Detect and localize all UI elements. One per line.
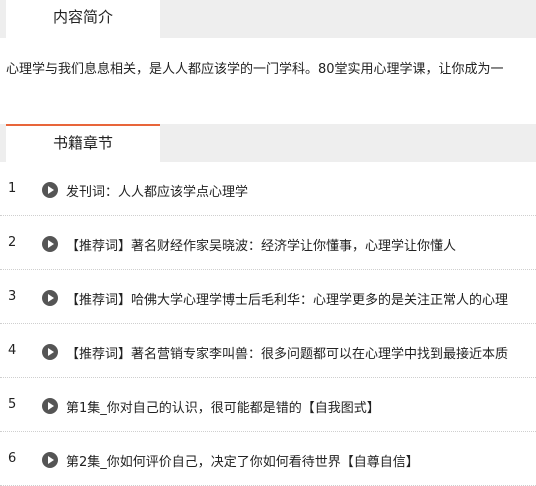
play-icon[interactable]	[42, 236, 58, 252]
chapter-title[interactable]: 第1集_你对自己的认识，很可能都是错的【自我图式】	[66, 397, 380, 416]
chapter-row[interactable]: 1 发刊词：人人都应该学点心理学	[0, 162, 536, 216]
chapter-title[interactable]: 第2集_你如何评价自己，决定了你如何看待世界【自尊自信】	[66, 451, 419, 470]
intro-tab-bar: 内容简介	[0, 0, 536, 38]
chapter-number: 1	[8, 181, 17, 196]
tab-intro[interactable]: 内容简介	[6, 0, 160, 38]
play-icon[interactable]	[42, 344, 58, 360]
play-icon[interactable]	[42, 398, 58, 414]
chapter-row[interactable]: 3 【推荐词】哈佛大学心理学博士后毛利华：心理学更多的是关注正常人的心理	[0, 270, 536, 324]
chapter-number: 4	[8, 343, 17, 358]
chapter-row[interactable]: 5 第1集_你对自己的认识，很可能都是错的【自我图式】	[0, 378, 536, 432]
chapter-number: 6	[8, 451, 17, 466]
chapter-row[interactable]: 6 第2集_你如何评价自己，决定了你如何看待世界【自尊自信】	[0, 432, 536, 486]
play-icon[interactable]	[42, 182, 58, 198]
chapter-number: 5	[8, 397, 17, 412]
play-icon[interactable]	[42, 452, 58, 468]
play-icon[interactable]	[42, 290, 58, 306]
chapter-title[interactable]: 【推荐词】哈佛大学心理学博士后毛利华：心理学更多的是关注正常人的心理	[66, 289, 508, 308]
chapter-row[interactable]: 2 【推荐词】著名财经作家吴晓波：经济学让你懂事，心理学让你懂人	[0, 216, 536, 270]
chapter-title[interactable]: 发刊词：人人都应该学点心理学	[66, 181, 248, 200]
chapter-title[interactable]: 【推荐词】著名财经作家吴晓波：经济学让你懂事，心理学让你懂人	[66, 235, 456, 254]
chapters-tab-bar: 书籍章节	[0, 124, 536, 162]
tab-chapters[interactable]: 书籍章节	[6, 124, 160, 162]
chapter-list: 1 发刊词：人人都应该学点心理学 2 【推荐词】著名财经作家吴晓波：经济学让你懂…	[0, 162, 536, 486]
intro-text: 心理学与我们息息相关，是人人都应该学的一门学科。80堂实用心理学课，让你成为一	[6, 62, 504, 77]
chapter-row[interactable]: 4 【推荐词】著名营销专家李叫兽：很多问题都可以在心理学中找到最接近本质	[0, 324, 536, 378]
chapter-number: 2	[8, 235, 17, 250]
chapter-title[interactable]: 【推荐词】著名营销专家李叫兽：很多问题都可以在心理学中找到最接近本质	[66, 343, 508, 362]
chapter-number: 3	[8, 289, 17, 304]
